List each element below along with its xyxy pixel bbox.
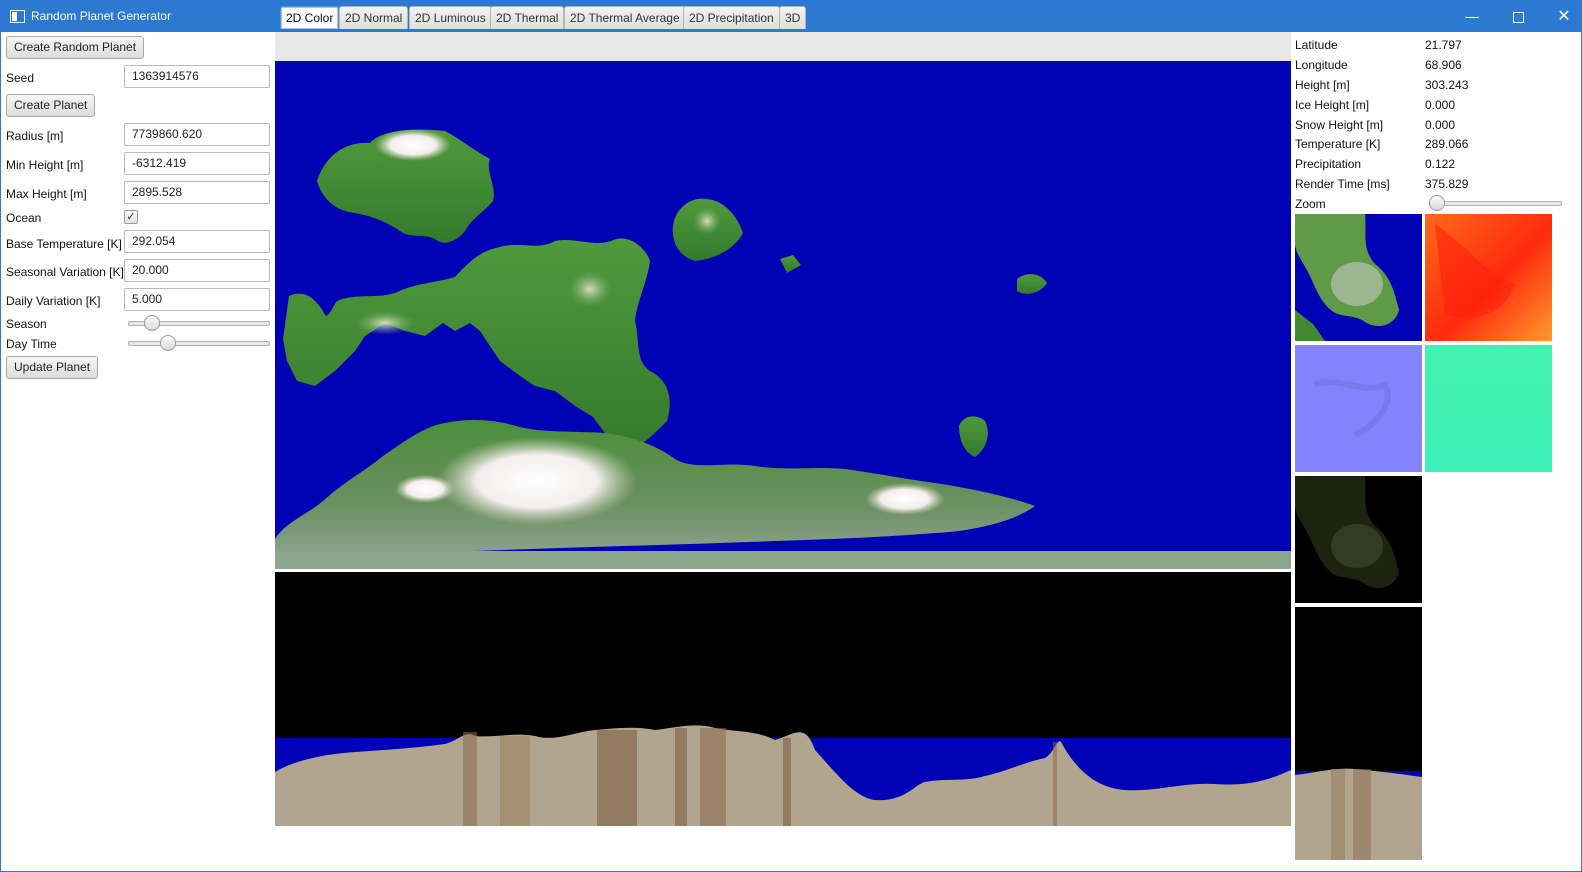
render-time-label: Render Time [ms] (1295, 177, 1390, 191)
zoom-slider-thumb[interactable] (1429, 195, 1445, 211)
max-height-label: Max Height [m] (6, 187, 87, 201)
ocean-label: Ocean (6, 211, 42, 225)
app-icon (10, 10, 25, 23)
min-height-input[interactable]: -6312.419 (124, 152, 270, 175)
render-time-value: 375.829 (1425, 177, 1469, 191)
tab-3d[interactable]: 3D (779, 6, 807, 29)
min-height-label: Min Height [m] (6, 158, 84, 172)
color-map-thumbnail[interactable] (1295, 214, 1422, 341)
season-slider-thumb[interactable] (144, 315, 160, 331)
zoom-slider[interactable] (1429, 195, 1562, 211)
checkmark-icon: ✓ (126, 211, 136, 223)
latitude-value: 21.797 (1425, 38, 1462, 52)
window-title: Random Planet Generator (31, 9, 172, 23)
radius-input[interactable]: 7739860.620 (124, 123, 270, 146)
tab-2d-precipitation[interactable]: 2D Precipitation (683, 6, 780, 29)
ice-height-label: Ice Height [m] (1295, 98, 1370, 112)
tab-2d-thermal-average[interactable]: 2D Thermal Average (564, 6, 686, 29)
height-label: Height [m] (1295, 78, 1350, 92)
daily-variation-input[interactable]: 5.000 (124, 288, 270, 311)
day-time-slider-track (128, 341, 270, 346)
seed-label: Seed (6, 71, 35, 85)
temperature-value: 289.066 (1425, 137, 1469, 151)
zoom-label: Zoom (1295, 197, 1326, 211)
seasonal-variation-input[interactable]: 20.000 (124, 259, 270, 282)
terrain-profile-view (275, 572, 1291, 826)
temperature-label: Temperature [K] (1295, 137, 1381, 151)
latitude-label: Latitude (1295, 38, 1338, 52)
season-slider[interactable] (128, 315, 270, 331)
profile-thumbnail[interactable] (1295, 607, 1422, 860)
close-icon: ✕ (1557, 8, 1571, 25)
base-temperature-input[interactable]: 292.054 (124, 230, 270, 253)
precipitation-value: 0.122 (1425, 157, 1456, 171)
day-time-slider[interactable] (128, 335, 270, 351)
normal-map-thumbnail[interactable] (1295, 345, 1422, 472)
maximize-icon (1512, 11, 1524, 23)
tab-2d-normal[interactable]: 2D Normal (339, 6, 409, 29)
minimize-icon: — (1465, 8, 1479, 24)
update-planet-button[interactable]: Update Planet (6, 356, 99, 379)
app-window: Random Planet Generator — ✕ Create Rando… (0, 0, 1582, 872)
radius-label: Radius [m] (6, 129, 64, 143)
daily-variation-label: Daily Variation [K] (6, 294, 101, 308)
tab-2d-luminous[interactable]: 2D Luminous (409, 6, 492, 29)
ice-height-value: 0.000 (1425, 98, 1456, 112)
create-planet-button[interactable]: Create Planet (6, 94, 96, 117)
planet-map-view[interactable] (275, 61, 1291, 569)
tab-2d-color[interactable]: 2D Color (280, 6, 340, 29)
minimize-button[interactable]: — (1449, 1, 1495, 32)
seed-input[interactable]: 1363914576 (124, 65, 270, 88)
thermal-map-thumbnail[interactable] (1425, 214, 1552, 341)
height-value: 303.243 (1425, 78, 1469, 92)
max-height-input[interactable]: 2895.528 (124, 181, 270, 204)
ocean-checkbox[interactable]: ✓ (124, 210, 138, 224)
base-temperature-label: Base Temperature [K] (6, 237, 122, 251)
maximize-button[interactable] (1495, 1, 1541, 32)
longitude-value: 68.906 (1425, 58, 1462, 72)
precipitation-map-thumbnail[interactable] (1425, 345, 1552, 472)
luminous-map-thumbnail[interactable] (1295, 476, 1422, 603)
snow-height-value: 0.000 (1425, 118, 1456, 132)
view-tab-bar (275, 32, 1291, 62)
tab-2d-thermal[interactable]: 2D Thermal (490, 6, 565, 29)
precipitation-label: Precipitation (1295, 157, 1362, 171)
close-button[interactable]: ✕ (1541, 1, 1582, 32)
snow-height-label: Snow Height [m] (1295, 118, 1384, 132)
create-random-planet-button[interactable]: Create Random Planet (6, 36, 145, 59)
zoom-slider-track (1429, 201, 1562, 206)
day-time-label: Day Time (6, 337, 57, 351)
seasonal-variation-label: Seasonal Variation [K] (6, 265, 124, 279)
longitude-label: Longitude (1295, 58, 1348, 72)
day-time-slider-thumb[interactable] (160, 335, 176, 351)
season-label: Season (6, 317, 47, 331)
